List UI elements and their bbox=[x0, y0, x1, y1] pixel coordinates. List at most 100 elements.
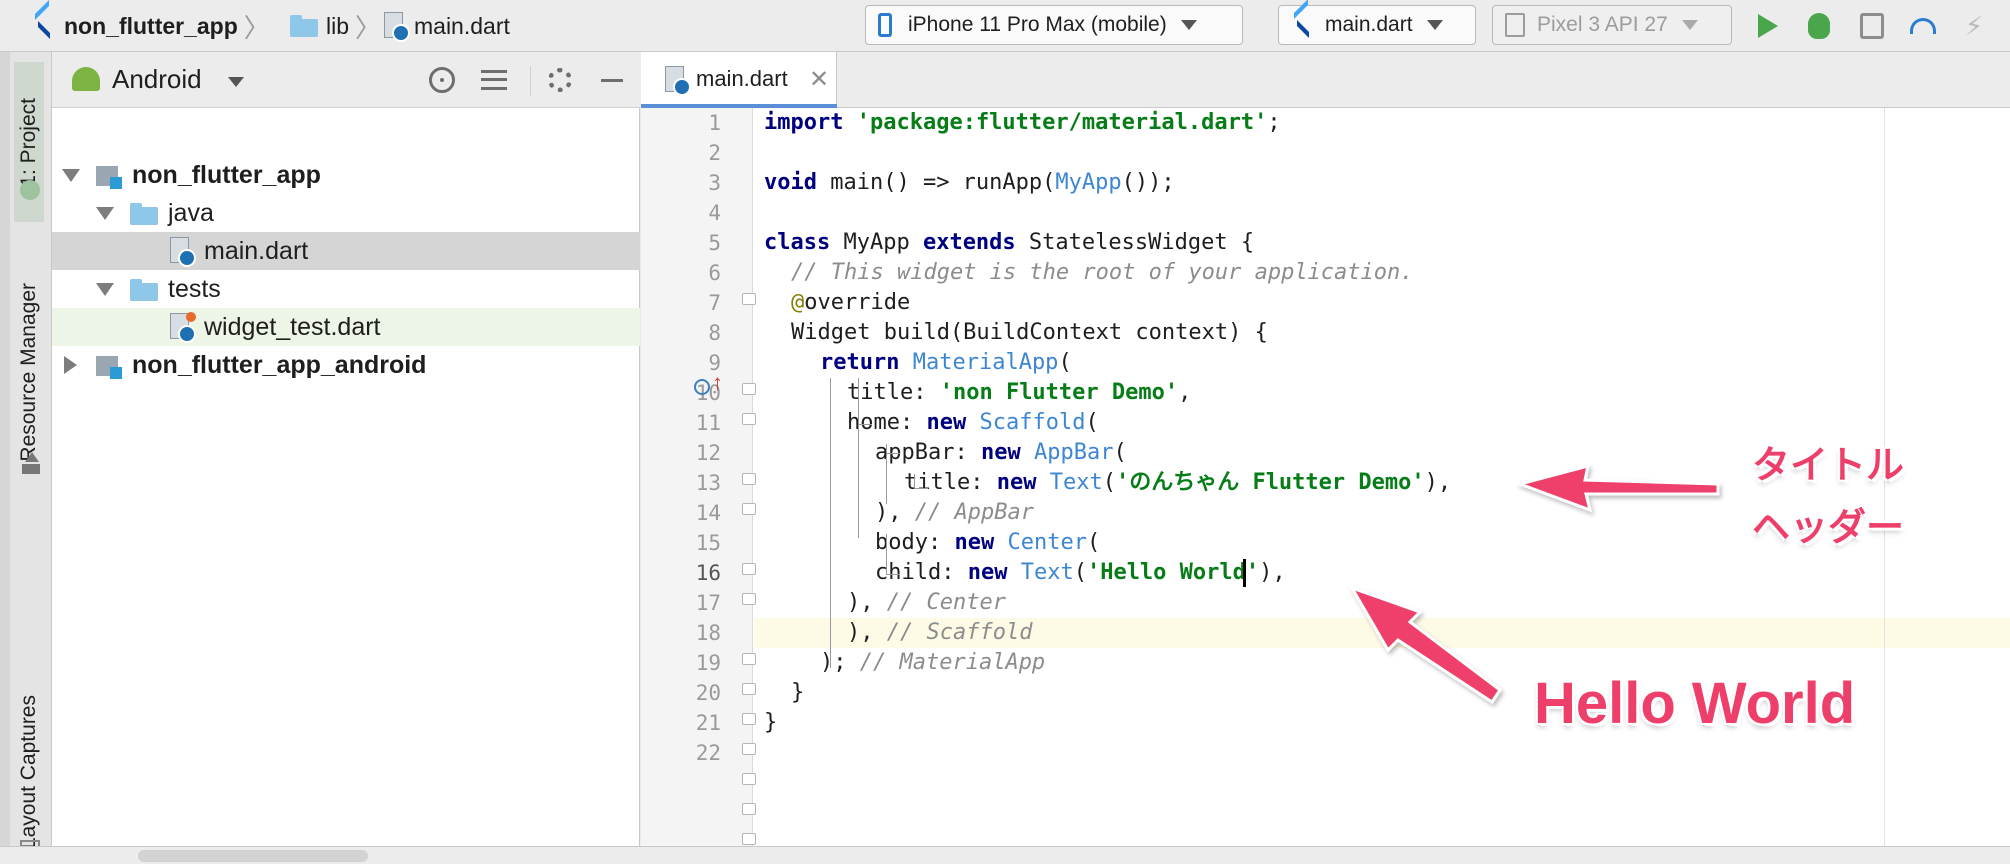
override-icon[interactable] bbox=[694, 379, 710, 395]
annotation-title-line2: ヘッダー bbox=[1752, 507, 1905, 549]
debug-button[interactable] bbox=[1803, 10, 1835, 42]
comment: // AppBar bbox=[914, 500, 1034, 525]
line-number: 14 bbox=[695, 501, 721, 525]
class-name: Text bbox=[1020, 560, 1074, 585]
chevron-right-icon: 〉 bbox=[243, 12, 270, 43]
run-config-label: main.dart bbox=[1325, 13, 1413, 36]
code-text: ( bbox=[1086, 530, 1101, 555]
tree-item-label: non_flutter_app bbox=[132, 161, 321, 189]
string-literal: 'non Flutter Demo' bbox=[939, 380, 1179, 405]
keyword: extends bbox=[922, 230, 1016, 255]
tree-item-label: main.dart bbox=[204, 237, 309, 265]
project-view-selector[interactable]: Android bbox=[112, 64, 202, 95]
tab-layout-captures-label: Layout Captures bbox=[17, 694, 40, 850]
code-text: child: bbox=[875, 560, 968, 585]
indent-guide bbox=[886, 534, 887, 574]
bolt-icon: ⚡ bbox=[1964, 10, 1984, 41]
line-number: 13 bbox=[695, 471, 721, 495]
expand-arrow-icon[interactable] bbox=[96, 207, 114, 220]
run-button[interactable] bbox=[1752, 10, 1784, 42]
annotation: @ bbox=[791, 290, 805, 315]
run-config-selector[interactable]: main.dart bbox=[1278, 5, 1476, 45]
gear-icon bbox=[548, 68, 572, 92]
keyword: new bbox=[954, 530, 995, 555]
keyword: import bbox=[764, 110, 844, 135]
code-text: ( bbox=[1102, 470, 1116, 495]
collapse-all-button[interactable] bbox=[478, 64, 510, 96]
tree-item-folder[interactable]: tests bbox=[52, 270, 640, 308]
horizontal-scrollbar[interactable] bbox=[0, 846, 2010, 864]
device-selector-label: iPhone 11 Pro Max (mobile) bbox=[908, 13, 1167, 36]
folder-icon bbox=[290, 15, 318, 37]
chevron-down-icon[interactable] bbox=[228, 77, 244, 87]
code-line-10: title: 'non Flutter Demo', bbox=[847, 378, 2010, 408]
hot-reload-button[interactable]: ⚡ bbox=[1958, 10, 1990, 42]
line-number: 21 bbox=[695, 711, 721, 735]
tree-item-module[interactable]: non_flutter_app_android bbox=[52, 346, 640, 384]
breadcrumb-project[interactable]: non_flutter_app 〉 bbox=[32, 10, 276, 43]
window-edge bbox=[0, 52, 10, 864]
settings-button[interactable] bbox=[544, 64, 576, 96]
dart-file-icon bbox=[382, 12, 410, 42]
keyword: new bbox=[926, 410, 967, 435]
tree-item-folder[interactable]: java bbox=[52, 194, 640, 232]
code-text: ()); bbox=[1121, 170, 1175, 195]
indent-guide bbox=[858, 424, 872, 425]
profile-button[interactable] bbox=[1856, 10, 1888, 42]
code-text: ), bbox=[847, 590, 887, 615]
expand-arrow-icon[interactable] bbox=[96, 283, 114, 296]
device-icon bbox=[1505, 13, 1525, 37]
code-text: } bbox=[791, 680, 805, 705]
resource-icon bbox=[20, 452, 42, 474]
code-line-3: void main() => runApp(MyApp()); bbox=[764, 168, 2010, 198]
class-name: MyApp bbox=[1055, 170, 1122, 195]
device-selector[interactable]: iPhone 11 Pro Max (mobile) bbox=[865, 5, 1243, 45]
breadcrumb-project-label: non_flutter_app bbox=[64, 12, 238, 39]
android-icon bbox=[20, 180, 40, 200]
indent-guide bbox=[914, 474, 915, 488]
breadcrumb-folder[interactable]: lib 〉 bbox=[290, 10, 387, 43]
tree-item-label: tests bbox=[168, 275, 221, 303]
line-number: 9 bbox=[708, 351, 721, 375]
tab-layout-captures[interactable]: Layout Captures bbox=[14, 658, 44, 864]
emulator-selector[interactable]: Pixel 3 API 27 bbox=[1492, 5, 1732, 45]
project-panel-header: Android bbox=[52, 52, 640, 108]
string-literal: 'のんちゃん Flutter Demo' bbox=[1115, 470, 1425, 495]
code-line-5: class MyApp extends StatelessWidget { bbox=[764, 228, 2010, 258]
phone-icon bbox=[878, 13, 892, 37]
dart-file-icon bbox=[663, 66, 691, 96]
tree-item-test-file[interactable]: widget_test.dart bbox=[52, 308, 640, 346]
chevron-down-icon bbox=[1681, 20, 1698, 30]
code-text: override bbox=[804, 290, 911, 315]
tree-item-file-selected[interactable]: main.dart bbox=[52, 232, 640, 270]
code-text: ( bbox=[1058, 350, 1072, 375]
expand-arrow-icon[interactable] bbox=[62, 169, 80, 182]
code-line-7: @override bbox=[791, 288, 2010, 318]
indent-guide bbox=[886, 574, 900, 575]
code-text: ), bbox=[875, 500, 915, 525]
line-number: 3 bbox=[708, 171, 721, 195]
hide-panel-button[interactable] bbox=[596, 64, 628, 96]
expand-arrow-icon[interactable] bbox=[64, 356, 77, 374]
line-number: 20 bbox=[695, 681, 721, 705]
close-icon[interactable]: ✕ bbox=[809, 65, 829, 94]
performance-button[interactable] bbox=[1907, 10, 1939, 42]
scroll-thumb[interactable] bbox=[138, 850, 368, 862]
chevron-down-icon bbox=[1426, 20, 1443, 30]
code-text: ); bbox=[820, 650, 860, 675]
tab-main-dart[interactable]: main.dart ✕ bbox=[641, 52, 837, 108]
tree-item-label: widget_test.dart bbox=[204, 313, 381, 341]
chevron-right-icon: 〉 bbox=[355, 12, 382, 43]
code-text: main() => runApp( bbox=[816, 170, 1056, 195]
navigation-toolbar: non_flutter_app 〉 lib 〉 main.dart iPhone… bbox=[0, 0, 2010, 52]
breadcrumb-folder-label: lib bbox=[326, 12, 350, 39]
breadcrumb-file[interactable]: main.dart bbox=[382, 10, 510, 42]
class-name: Center bbox=[1007, 530, 1087, 555]
line-number: 2 bbox=[708, 141, 721, 165]
tree-item-module[interactable]: non_flutter_app bbox=[52, 156, 640, 194]
locate-button[interactable] bbox=[426, 64, 458, 96]
text-cursor bbox=[1243, 559, 1246, 587]
crosshair-icon bbox=[429, 67, 455, 93]
